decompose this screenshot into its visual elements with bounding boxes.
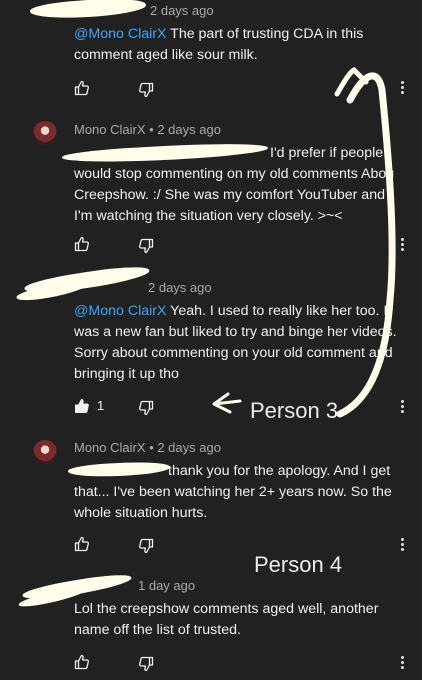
thumbs-down-icon[interactable] <box>138 82 154 98</box>
thumbs-up-icon[interactable] <box>74 236 90 252</box>
thumbs-up-filled-icon[interactable] <box>74 398 90 414</box>
annotation-person-3: Person 3 <box>250 398 339 423</box>
avatar[interactable] <box>33 121 57 145</box>
thumbs-up-icon[interactable] <box>74 80 90 96</box>
thumbs-down-icon[interactable] <box>138 656 154 672</box>
mention-link[interactable]: @Mono ClairX <box>74 26 166 42</box>
separator-dot: • <box>149 440 154 455</box>
mention-link[interactable]: @Mono ClairX <box>74 303 166 319</box>
comment-timestamp: 2 days ago <box>150 3 214 18</box>
separator-dot: • <box>149 122 154 137</box>
author-name[interactable]: Mono ClairX <box>74 440 146 455</box>
comment-timestamp: 1 day ago <box>138 578 196 593</box>
thumbs-up-icon[interactable] <box>74 654 90 670</box>
annotation-person-4: Person 4 <box>254 552 343 577</box>
thumbs-down-icon[interactable] <box>138 538 154 554</box>
comment-text: Lol the creepshow comments aged well, an… <box>74 601 379 638</box>
like-count: 1 <box>97 398 105 413</box>
more-options-icon[interactable] <box>401 656 405 671</box>
more-options-icon[interactable] <box>401 538 405 553</box>
avatar[interactable] <box>33 440 57 464</box>
comment-header: Mono ClairX • 2 days ago <box>74 122 221 137</box>
redaction-scribble <box>29 0 147 22</box>
author-name[interactable]: Mono ClairX <box>74 122 146 137</box>
thumbs-up-icon[interactable] <box>74 536 90 552</box>
thumbs-down-icon[interactable] <box>138 238 154 254</box>
comment-timestamp: 2 days ago <box>157 440 221 455</box>
thumbs-down-icon[interactable] <box>138 400 154 416</box>
comment-header: Mono ClairX • 2 days ago <box>74 440 221 455</box>
hand-drawn-arrow <box>212 66 396 418</box>
